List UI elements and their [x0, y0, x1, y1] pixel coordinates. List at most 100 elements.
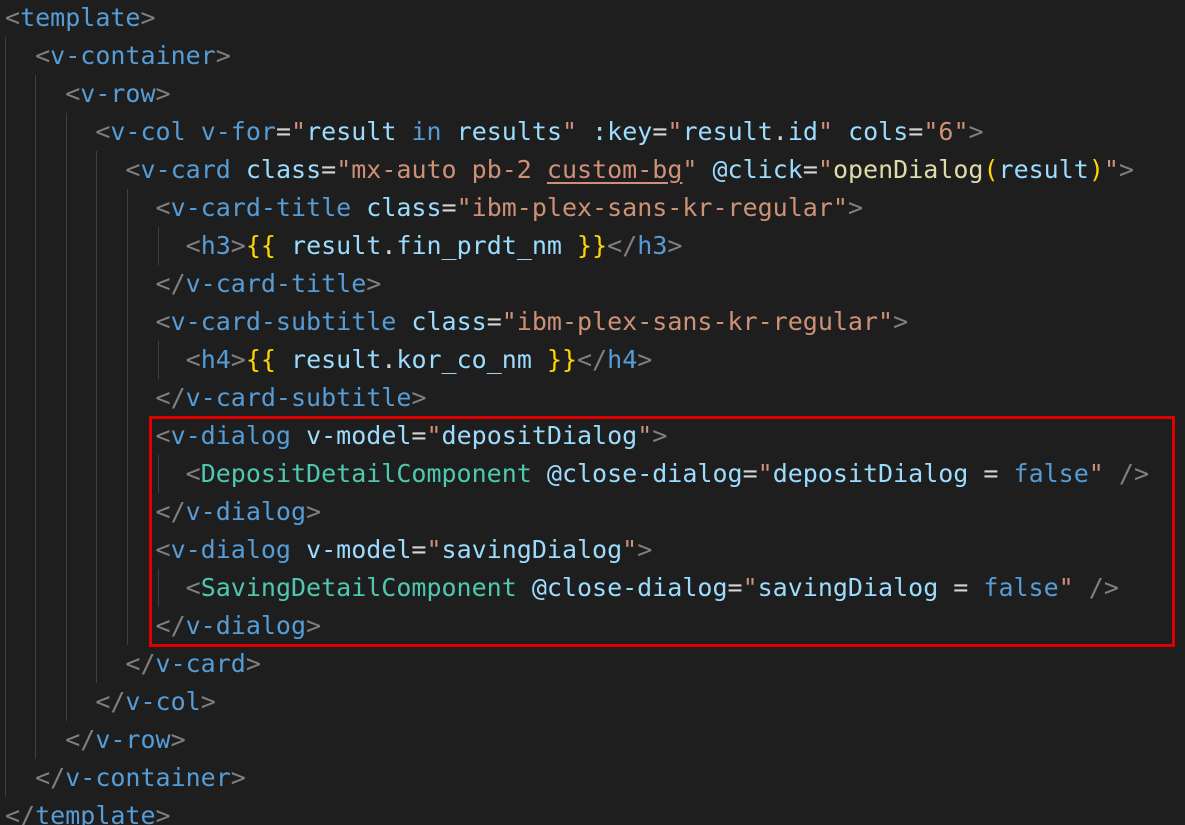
- code-token: ": [817, 117, 834, 146]
- code-token: ": [1103, 155, 1119, 184]
- code-token: ): [1088, 155, 1104, 184]
- code-token: {{: [245, 345, 276, 374]
- code-token: {{: [245, 231, 276, 260]
- code-token: v-card-title: [170, 193, 352, 222]
- code-token: .: [772, 117, 788, 146]
- code-token: v-card-subtitle: [185, 383, 412, 412]
- code-token: v-col: [125, 687, 201, 716]
- code-token: result: [682, 117, 773, 146]
- code-token: =: [908, 117, 924, 146]
- code-token: <: [35, 41, 51, 70]
- code-token: v-card: [155, 649, 246, 678]
- code-line[interactable]: </template>: [5, 797, 171, 825]
- code-token: </: [95, 687, 126, 716]
- code-token: >: [140, 3, 156, 32]
- code-line[interactable]: </v-container>: [5, 759, 246, 797]
- code-token: ": [667, 117, 683, 146]
- code-token: results: [456, 117, 562, 146]
- code-token: ": [817, 155, 833, 184]
- code-editor[interactable]: <template> <v-container> <v-row> <v-col …: [0, 0, 1185, 825]
- code-line[interactable]: <h4>{{ result.kor_co_nm }}</h4>: [5, 341, 653, 379]
- code-token: =: [486, 307, 502, 336]
- code-token: </: [155, 383, 186, 412]
- code-token: >: [411, 383, 427, 412]
- code-line[interactable]: </v-card>: [5, 645, 260, 683]
- code-token: class: [366, 193, 442, 222]
- code-line[interactable]: </v-col>: [5, 683, 215, 721]
- code-token: >: [847, 193, 863, 222]
- code-line[interactable]: <h3>{{ result.fin_prdt_nm }}</h3>: [5, 227, 683, 265]
- code-token: </: [607, 231, 638, 260]
- code-token: <: [95, 117, 111, 146]
- highlight-box: [149, 416, 1175, 647]
- code-line[interactable]: </v-card-subtitle>: [5, 379, 427, 417]
- code-token: >: [893, 307, 909, 336]
- code-token: :key: [592, 117, 653, 146]
- code-token: template: [20, 3, 141, 32]
- code-token: </: [35, 763, 66, 792]
- code-token: v-container: [65, 763, 231, 792]
- code-token: >: [170, 725, 186, 754]
- code-token: class: [245, 155, 322, 184]
- code-token: class: [411, 307, 487, 336]
- code-token: <: [185, 345, 201, 374]
- code-token: ": [562, 117, 578, 146]
- code-token: <: [65, 79, 81, 108]
- code-token: .: [381, 231, 397, 260]
- code-token: <: [5, 3, 21, 32]
- code-line[interactable]: </v-card-title>: [5, 265, 382, 303]
- code-token: >: [230, 763, 246, 792]
- code-line[interactable]: <v-card-title class="ibm-plex-sans-kr-re…: [5, 189, 863, 227]
- code-token: </: [65, 725, 96, 754]
- code-line[interactable]: <v-container>: [5, 37, 231, 75]
- code-token: </: [125, 649, 156, 678]
- code-token: >: [637, 345, 653, 374]
- code-line[interactable]: <v-card class="mx-auto pb-2 custom-bg" @…: [5, 151, 1134, 189]
- code-token: v-container: [50, 41, 216, 70]
- code-token: <: [185, 231, 201, 260]
- code-token: @click: [712, 155, 803, 184]
- code-token: "6": [923, 117, 969, 146]
- code-token: =: [441, 193, 457, 222]
- code-token: kor_co_nm: [396, 345, 532, 374]
- code-line[interactable]: <v-row>: [5, 75, 170, 113]
- code-line[interactable]: <v-card-subtitle class="ibm-plex-sans-kr…: [5, 303, 909, 341]
- code-token: custom-bg: [546, 155, 683, 184]
- code-token: }}: [546, 345, 578, 374]
- code-token: h3: [200, 231, 231, 260]
- code-token: h4: [200, 345, 231, 374]
- code-line[interactable]: <v-col v-for="result in results" :key="r…: [5, 113, 983, 151]
- code-token: ": [682, 155, 698, 184]
- code-token: >: [667, 231, 683, 260]
- code-line[interactable]: <template>: [5, 0, 156, 37]
- code-token: template: [35, 801, 156, 825]
- code-token: >: [366, 269, 382, 298]
- code-token: fin_prdt_nm: [396, 231, 562, 260]
- code-line[interactable]: </v-row>: [5, 721, 186, 759]
- code-token: cols: [848, 117, 909, 146]
- code-token: </: [155, 269, 186, 298]
- code-token: id: [787, 117, 818, 146]
- code-token: openDialog: [832, 155, 984, 184]
- code-token: .: [381, 345, 397, 374]
